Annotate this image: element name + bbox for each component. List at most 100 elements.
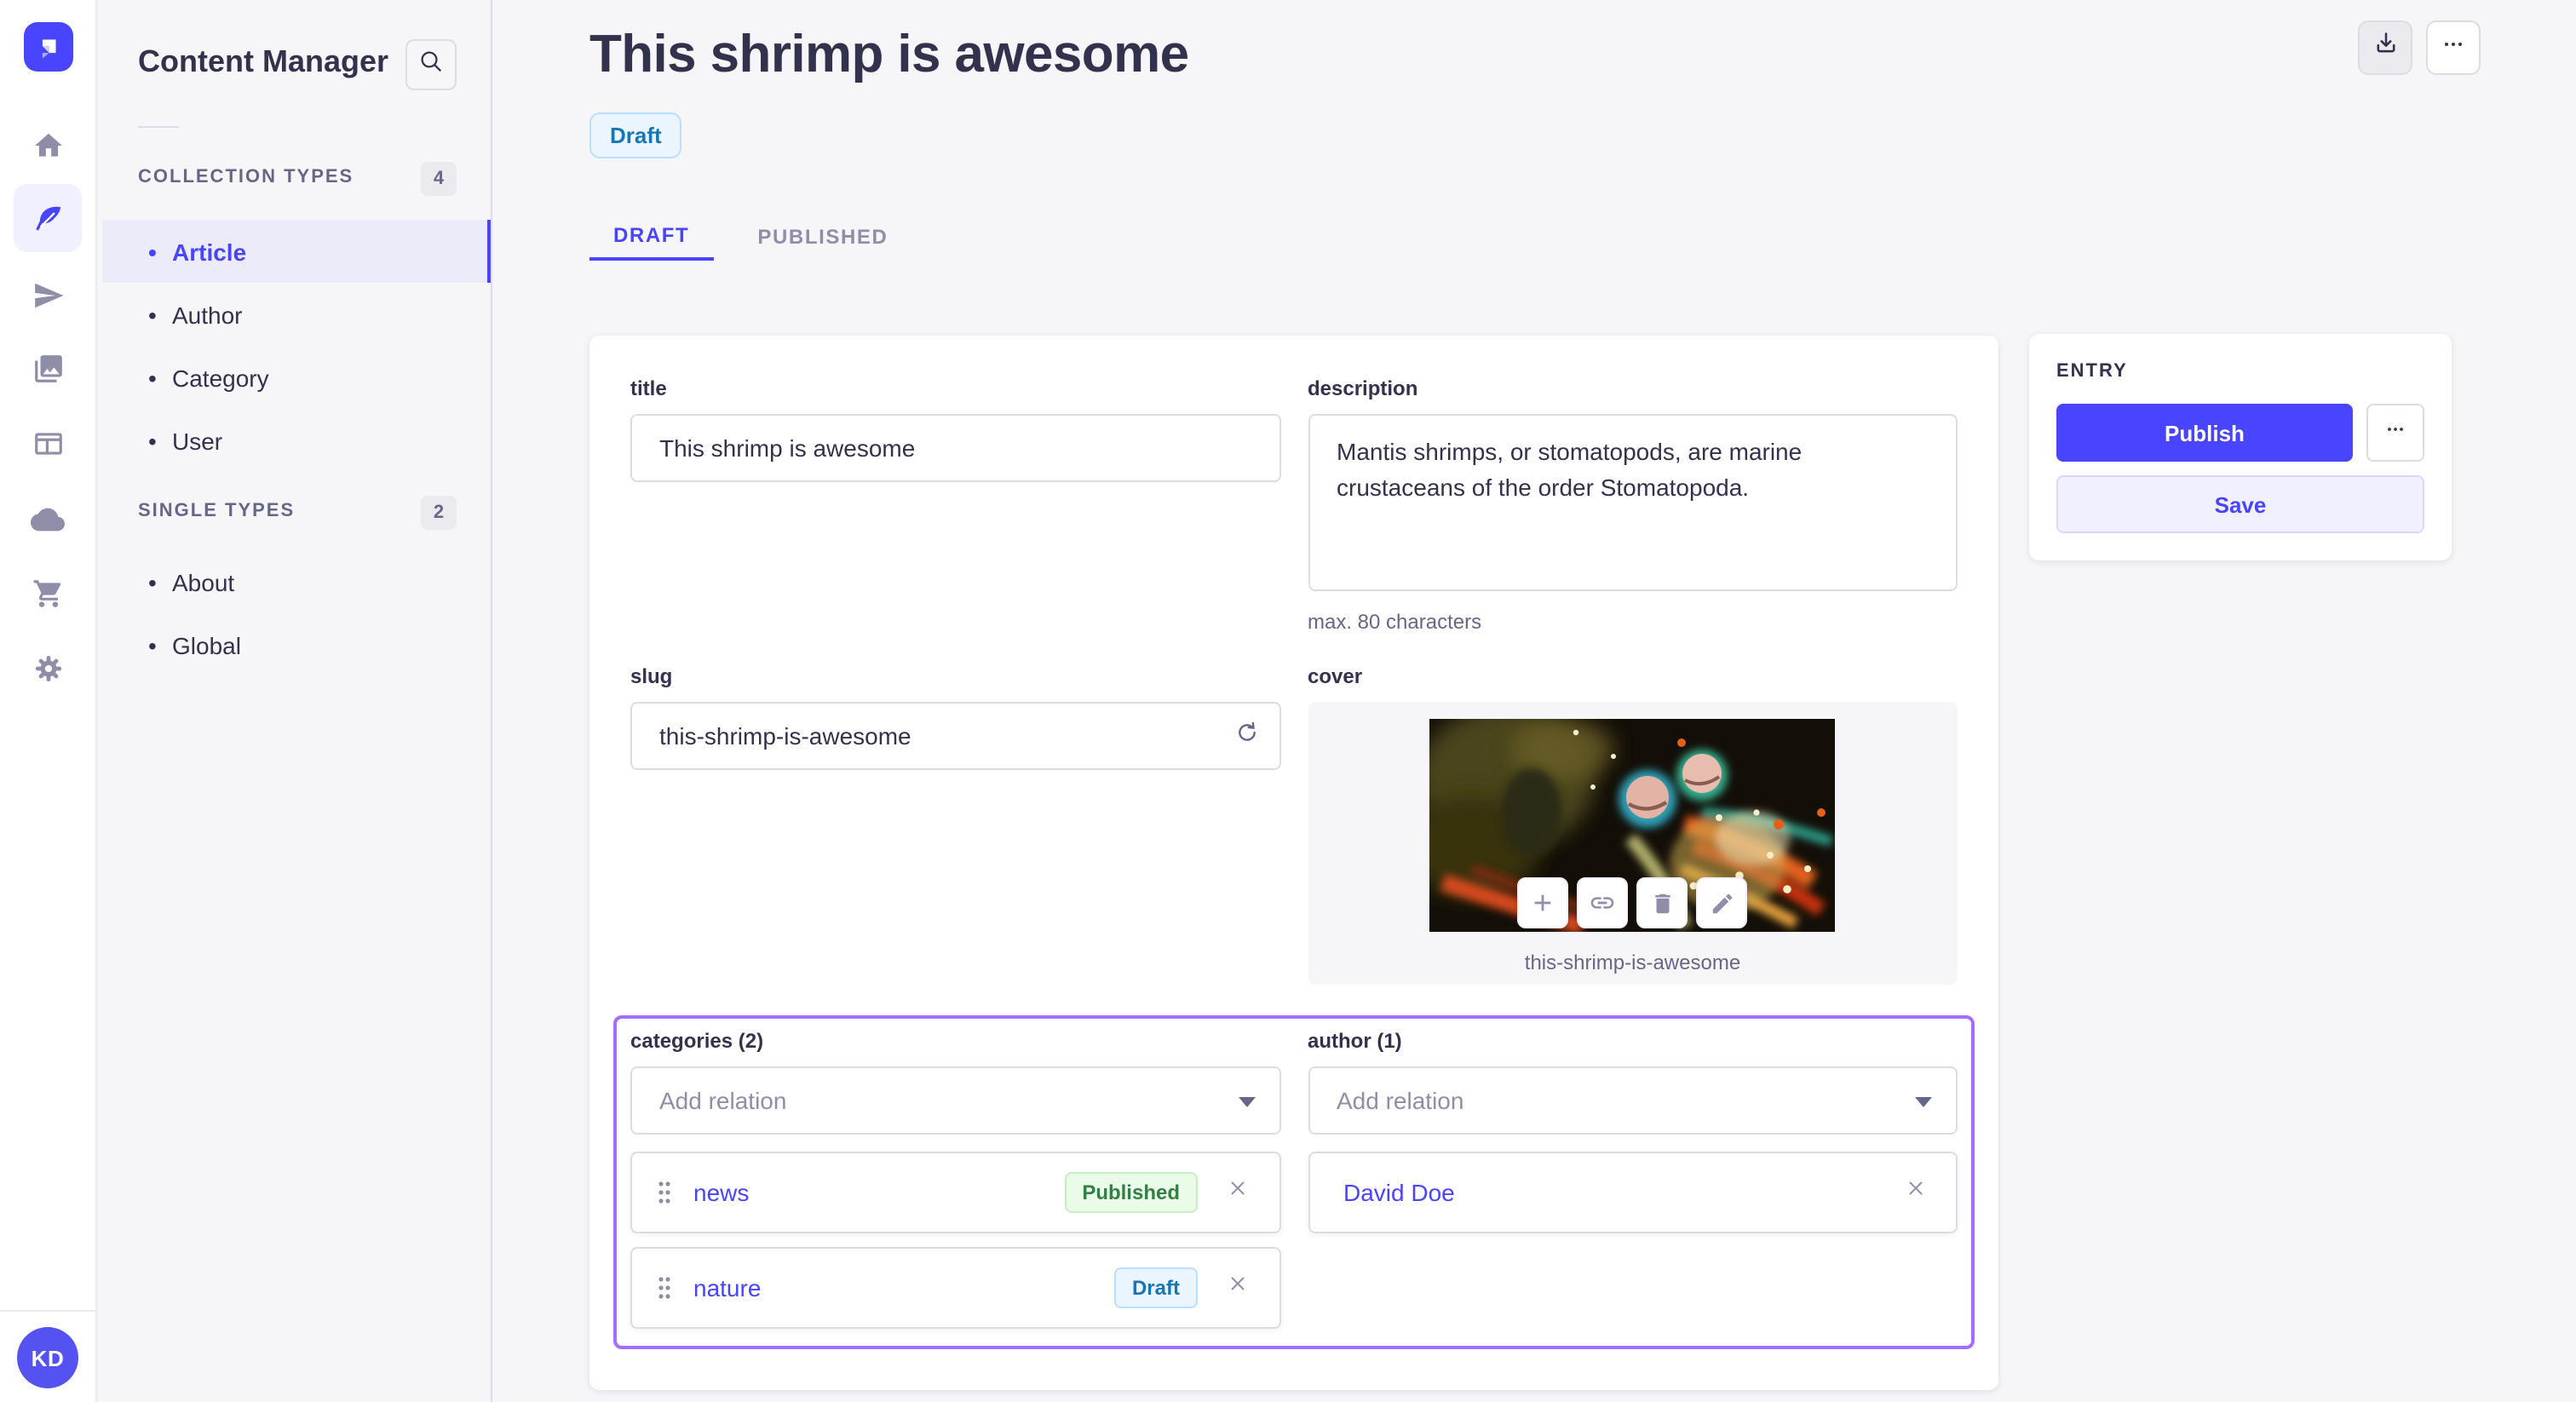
cover-image: [1429, 719, 1836, 932]
sidebar-item-label: Category: [172, 364, 269, 391]
slug-label: slug: [630, 664, 673, 688]
sidebar-item-label: Author: [172, 301, 243, 328]
title-label: title: [630, 376, 667, 400]
download-button[interactable]: [2358, 20, 2412, 75]
sidebar-item-category[interactable]: Category: [102, 346, 491, 409]
tab-draft[interactable]: DRAFT: [589, 211, 714, 261]
relation-row-nature: nature Draft: [630, 1247, 1280, 1329]
section-single-types-label: SINGLE TYPES: [138, 501, 296, 521]
nav-deploy-button[interactable]: [14, 486, 82, 554]
relation-link[interactable]: nature: [693, 1274, 761, 1301]
author-label: author (1): [1308, 1029, 1402, 1053]
plus-icon: [1530, 889, 1557, 916]
nav-releases-button[interactable]: [14, 261, 82, 329]
copy-link-button[interactable]: [1577, 877, 1629, 928]
page-title: This shrimp is awesome: [589, 24, 1189, 83]
author-relation-list: David Doe: [1308, 1152, 1958, 1233]
layout-icon: [32, 427, 64, 459]
relation-row-david-doe: David Doe: [1308, 1152, 1958, 1233]
single-types-count-badge: 2: [421, 496, 457, 530]
nav-home-button[interactable]: [14, 111, 82, 179]
rail-divider: [0, 1310, 95, 1312]
add-relation-placeholder: Add relation: [659, 1087, 787, 1114]
app-window: KD Content Manager COLLECTION TYPES 4 Ar…: [0, 0, 2576, 1402]
cover-asset-card: this-shrimp-is-awesome: [1308, 702, 1958, 985]
cover-label: cover: [1308, 664, 1363, 688]
refresh-icon: [1233, 718, 1260, 754]
nav-marketplace-button[interactable]: [14, 559, 82, 627]
entry-panel-title: ENTRY: [2056, 361, 2128, 382]
sidebar-item-label: User: [172, 427, 223, 454]
sidebar-item-global[interactable]: Global: [102, 613, 491, 676]
entry-panel: ENTRY Publish Save: [2029, 334, 2452, 560]
edit-form-card: title description Mantis shrimps, or sto…: [589, 336, 1998, 1390]
status-badge: Draft: [589, 112, 682, 158]
more-options-button[interactable]: [2426, 20, 2481, 75]
cart-icon: [32, 577, 64, 609]
slug-input[interactable]: [630, 702, 1280, 770]
save-button[interactable]: Save: [2056, 475, 2424, 533]
description-input[interactable]: Mantis shrimps, or stomatopods, are mari…: [1308, 414, 1958, 591]
drag-handle-icon[interactable]: [656, 1274, 673, 1301]
sidebar-item-about[interactable]: About: [102, 550, 491, 613]
remove-relation-button[interactable]: [1221, 1271, 1255, 1305]
more-options-icon: [2383, 417, 2407, 449]
title-input[interactable]: [630, 414, 1280, 482]
categories-label: categories (2): [630, 1029, 764, 1053]
published-status-pill: Published: [1065, 1172, 1197, 1213]
remove-relation-button[interactable]: [1221, 1175, 1255, 1210]
sidebar-item-label: Article: [172, 238, 247, 265]
content-manager-sidebar: Content Manager COLLECTION TYPES 4 Artic…: [97, 0, 492, 1402]
categories-relation-list: news Published nature Draft: [630, 1152, 1280, 1329]
tab-published[interactable]: PUBLISHED: [733, 211, 911, 261]
description-field: description Mantis shrimps, or stomatopo…: [1308, 376, 1958, 634]
sidebar-item-user[interactable]: User: [102, 409, 491, 472]
nav-settings-button[interactable]: [14, 634, 82, 702]
paper-plane-icon: [32, 279, 64, 311]
search-icon: [417, 47, 445, 83]
collection-types-count-badge: 4: [421, 162, 457, 196]
delete-asset-button[interactable]: [1636, 877, 1688, 928]
cover-caption: this-shrimp-is-awesome: [1524, 951, 1741, 974]
download-icon: [2371, 29, 2400, 66]
edit-asset-button[interactable]: [1696, 877, 1748, 928]
slug-field: slug: [630, 664, 1280, 985]
nav-content-type-builder-button[interactable]: [14, 409, 82, 477]
close-icon: [1227, 1177, 1249, 1208]
description-label: description: [1308, 376, 1418, 400]
regenerate-slug-button[interactable]: [1219, 709, 1274, 763]
feather-pen-icon: [32, 202, 64, 234]
relation-row-news: news Published: [630, 1152, 1280, 1233]
categories-field: categories (2) Add relation news Publish…: [630, 1029, 1280, 1329]
nav-media-library-button[interactable]: [14, 334, 82, 402]
nav-content-manager-button[interactable]: [14, 184, 82, 252]
publish-button[interactable]: Publish: [2056, 404, 2353, 462]
close-icon: [1227, 1273, 1249, 1303]
sidebar-title: Content Manager: [138, 44, 389, 78]
close-icon: [1904, 1177, 1926, 1208]
add-relation-placeholder: Add relation: [1337, 1087, 1464, 1114]
sidebar-item-label: Global: [172, 631, 241, 658]
entry-more-options-button[interactable]: [2366, 404, 2424, 462]
section-collection-types-label: COLLECTION TYPES: [138, 167, 354, 187]
link-icon: [1590, 889, 1617, 916]
sidebar-item-article[interactable]: Article: [102, 220, 491, 283]
categories-add-relation-select[interactable]: Add relation: [630, 1066, 1280, 1135]
main-content: This shrimp is awesome Draft DRAFT PUBLI…: [492, 0, 2576, 1402]
cover-field: cover this-shrimp-is-awesome: [1308, 664, 1958, 985]
search-button[interactable]: [405, 39, 457, 90]
relation-link[interactable]: news: [693, 1179, 749, 1206]
relation-link[interactable]: David Doe: [1343, 1179, 1455, 1206]
sidebar-item-author[interactable]: Author: [102, 283, 491, 346]
avatar[interactable]: KD: [17, 1327, 78, 1388]
title-field: title: [630, 376, 1280, 634]
drag-handle-icon[interactable]: [656, 1179, 673, 1206]
remove-relation-button[interactable]: [1898, 1175, 1932, 1210]
icon-rail: KD: [0, 0, 97, 1402]
author-add-relation-select[interactable]: Add relation: [1308, 1066, 1958, 1135]
home-icon: [32, 129, 64, 161]
chevron-down-icon: [1915, 1097, 1932, 1107]
add-asset-button[interactable]: [1517, 877, 1569, 928]
cloud-icon: [31, 503, 65, 537]
gear-icon: [32, 652, 64, 684]
